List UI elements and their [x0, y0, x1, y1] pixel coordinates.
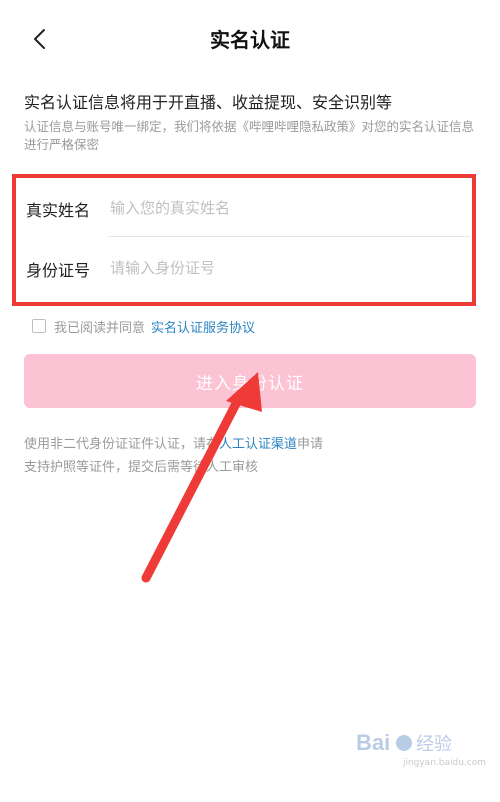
agreement-row: 我已阅读并同意 实名认证服务协议	[32, 316, 255, 336]
manual-auth-note: 使用非二代身份证证件认证，请在人工认证渠道申请	[24, 433, 323, 452]
note-suffix: 申请	[297, 437, 324, 452]
row-divider	[108, 236, 470, 237]
manual-auth-link[interactable]: 人工认证渠道	[219, 437, 297, 452]
intro-text: 实名认证信息将用于开直播、收益提现、安全识别等	[24, 93, 393, 112]
header: 实名认证	[0, 0, 500, 78]
id-label: 身份证号	[26, 261, 91, 280]
agreement-link[interactable]: 实名认证服务协议	[151, 317, 255, 336]
baidu-watermark: Bai 经验 jingyan.baidu.com	[346, 728, 486, 784]
privacy-note: 认证信息与账号唯一绑定，我们将依据《哔哩哔哩隐私政策》对您的实名认证信息进行严格…	[24, 119, 475, 152]
agreement-text: 我已阅读并同意	[54, 320, 146, 336]
svg-text:经验: 经验	[416, 734, 452, 754]
id-row: 身份证号	[12, 238, 472, 298]
watermark-url: jingyan.baidu.com	[402, 758, 486, 768]
note-prefix: 使用非二代身份证证件认证，请在	[24, 437, 220, 452]
passport-note: 支持护照等证件，提交后需等待人工审核	[24, 460, 259, 475]
name-label: 真实姓名	[26, 201, 91, 220]
baidu-logo: Bai 经验	[356, 728, 486, 758]
name-input[interactable]	[108, 194, 462, 222]
arrow-shaft	[141, 391, 245, 583]
svg-text:Bai: Bai	[356, 730, 390, 755]
id-number-input[interactable]	[108, 254, 462, 282]
submit-button[interactable]: 进入身份认证	[24, 354, 476, 408]
agreement-checkbox[interactable]	[32, 319, 46, 333]
page-title: 实名认证	[210, 28, 290, 52]
name-row: 真实姓名	[12, 178, 472, 238]
